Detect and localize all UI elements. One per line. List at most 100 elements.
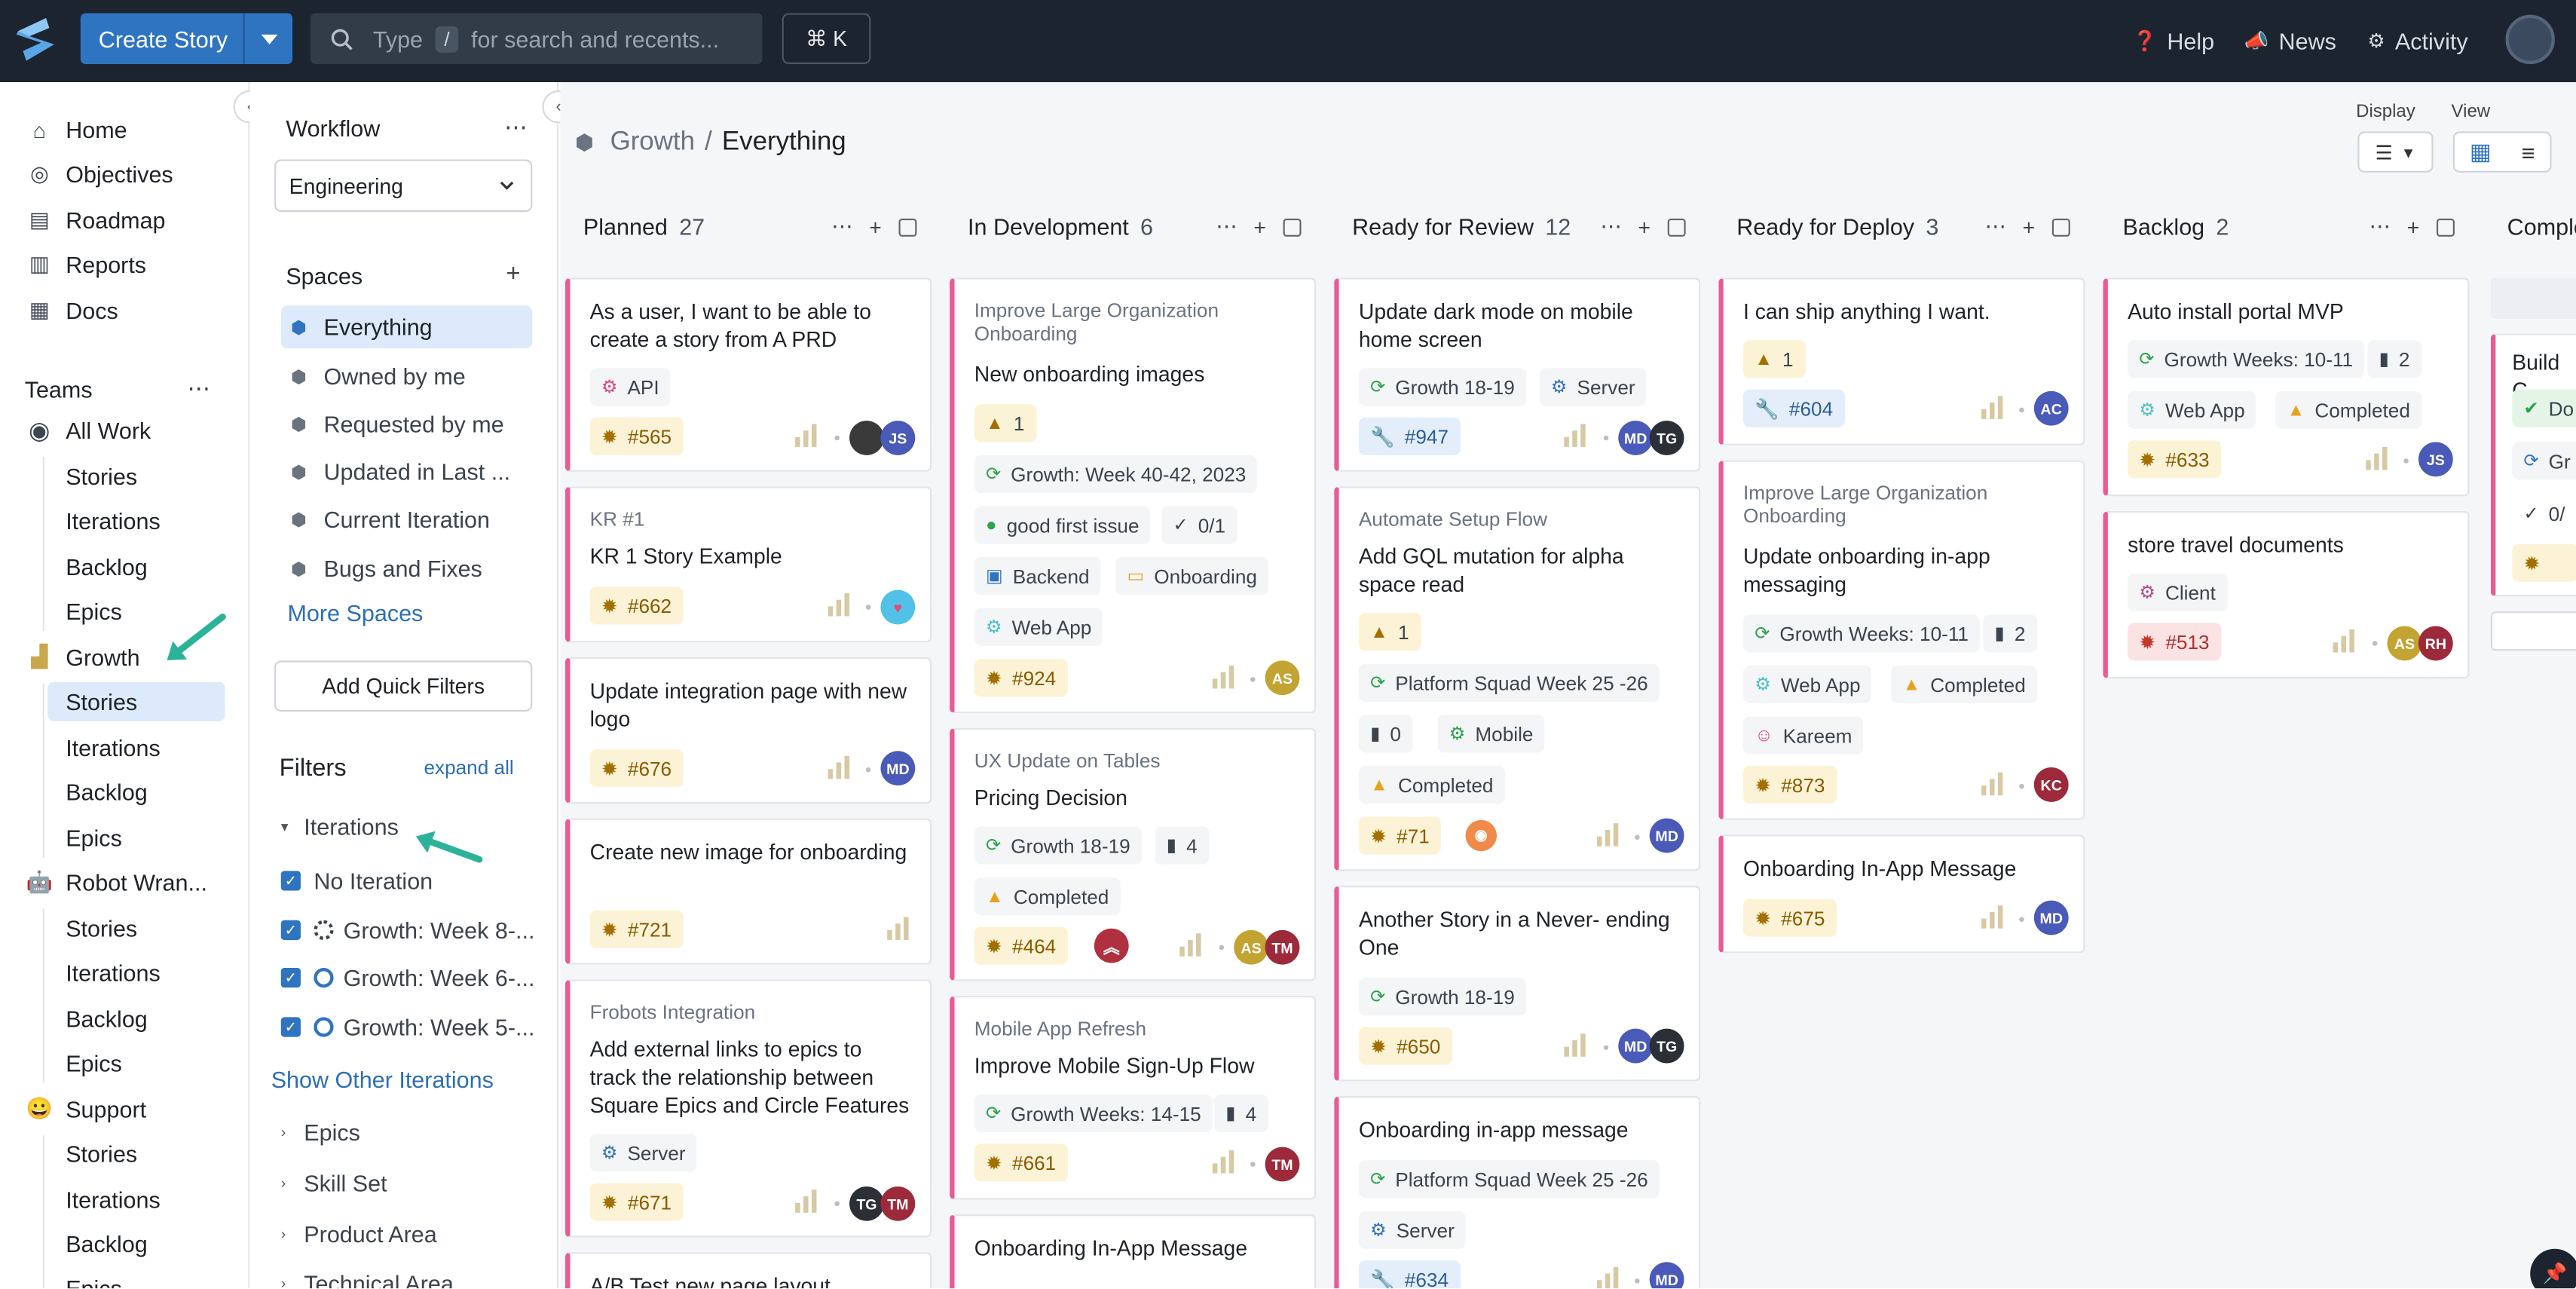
support-stories[interactable]: Stories [66, 1134, 137, 1173]
user-avatar[interactable] [2505, 14, 2555, 65]
story-card[interactable]: Improve Large Organization Onboarding Up… [1718, 460, 2085, 820]
tasks-tag[interactable]: ✓ 0/ [2512, 494, 2576, 532]
nav-objectives[interactable]: ◎ Objectives [26, 158, 173, 191]
state-tag[interactable]: ✔ Do [2512, 389, 2576, 427]
owner-avatar[interactable]: MD [1649, 1262, 1684, 1289]
owner-avatar[interactable]: MD [2033, 900, 2069, 935]
story-card[interactable]: Create new image for onboarding ✹ #721 [564, 818, 932, 965]
priority-tag[interactable]: ▲ 1 [1742, 340, 1805, 378]
filter-iterations[interactable]: ▾ Iterations [281, 813, 399, 840]
story-id[interactable]: ✹ #924 [974, 659, 1068, 697]
owner-tag[interactable]: ☺ Kareem [1742, 716, 1864, 755]
breadcrumb-parent[interactable]: Growth [610, 128, 695, 158]
story-title[interactable]: Add GQL mutation for alpha space read [1359, 542, 1682, 598]
growth-backlog[interactable]: Backlog [66, 773, 148, 812]
story-card[interactable]: Onboarding In-App Message ✹ #675 MD [1718, 834, 2085, 954]
owner-avatar[interactable]: MD [1649, 818, 1684, 853]
skill-tag[interactable]: ⚙ Server [1358, 1211, 1467, 1249]
select-all-checkbox[interactable] [1282, 217, 1301, 236]
add-icon[interactable]: + [869, 214, 882, 239]
nav-all-work[interactable]: ◉ All Work [26, 414, 151, 447]
all-work-iterations[interactable]: Iterations [66, 501, 161, 540]
iteration-tag[interactable]: ⟳ Growth 18-19 [1358, 978, 1527, 1016]
more-icon[interactable]: ⋯ [1984, 213, 2005, 240]
story-title[interactable]: Update onboarding in-app messaging [1743, 542, 2067, 598]
tasks-tag[interactable]: ✓ 0/1 [1161, 506, 1238, 544]
add-icon[interactable]: + [1638, 214, 1651, 239]
iteration-tag[interactable]: ⟳ Gr [2512, 442, 2576, 480]
filter-no-iteration[interactable]: ✓ No Iteration [280, 866, 433, 896]
state-tag[interactable]: ▲ Completed [974, 877, 1121, 916]
robot-epics[interactable]: Epics [66, 1043, 122, 1082]
product-area-tag[interactable]: ▭ Onboarding [1115, 557, 1269, 596]
owner-avatar[interactable]: AC [2033, 390, 2069, 426]
story-title[interactable]: Another Story in a Never- ending One [1359, 905, 1682, 961]
story-id[interactable]: 🔧 #634 [1358, 1260, 1461, 1289]
skill-tag[interactable]: ⚙ Web App [2128, 390, 2256, 429]
story-id[interactable]: ✹ #71 [1358, 816, 1442, 855]
story-id[interactable]: ✹ #873 [1742, 765, 1837, 804]
select-all-checkbox[interactable] [1666, 217, 1685, 236]
story-id[interactable]: 🔧 #947 [1358, 417, 1461, 455]
skill-tag[interactable]: ⚙ API [589, 368, 671, 406]
nav-roadmap[interactable]: ▤ Roadmap [26, 204, 166, 237]
add-space-icon[interactable]: + [506, 259, 520, 287]
story-id[interactable]: ✹ #675 [1742, 899, 1837, 937]
story-card[interactable]: I can ship anything I want. ▲ 1 🔧 #604 AC [1718, 277, 2085, 445]
show-other-iterations-link[interactable]: Show Other Iterations [271, 1067, 494, 1093]
add-icon[interactable]: + [1253, 214, 1266, 239]
epic-label[interactable]: UX Update on Tables [974, 749, 1161, 773]
estimate-tag[interactable]: ▮ 2 [1983, 614, 2037, 653]
story-card[interactable]: Another Story in a Never- ending One ⟳ Gr… [1334, 886, 1701, 1082]
iteration-tag[interactable]: ⟳ Platform Squad Week 25 -26 [1358, 663, 1660, 702]
state-tag[interactable]: ▲ Completed [2275, 390, 2422, 429]
story-title[interactable]: Pricing Decision [974, 784, 1298, 812]
story-card[interactable]: Automate Setup Flow Add GQL mutation for… [1334, 486, 1701, 871]
iteration-tag[interactable]: ⟳ Platform Squad Week 25 -26 [1358, 1160, 1660, 1199]
story-title[interactable]: I can ship anything I want. [1743, 298, 2067, 326]
growth-epics[interactable]: Epics [66, 819, 122, 858]
story-card[interactable]: Mobile App Refresh Improve Mobile Sign-U… [950, 996, 1317, 1200]
epic-label[interactable]: Mobile App Refresh [974, 1017, 1146, 1040]
all-work-stories[interactable]: Stories [66, 457, 137, 496]
skill-tag[interactable]: ⚙ Mobile [1437, 715, 1545, 753]
story-title[interactable]: Update integration page with new logo [590, 677, 913, 733]
story-title[interactable]: Onboarding in-app message [1359, 1116, 1682, 1144]
story-card[interactable]: As a user, I want to be able to create a… [564, 277, 932, 472]
story-card[interactable]: store travel documents ⚙ Client ✹ #513 AS … [2103, 510, 2470, 679]
story-card[interactable]: Onboarding In-App Message [950, 1214, 1317, 1289]
epic-label[interactable]: KR #1 [590, 508, 645, 531]
story-title[interactable]: As a user, I want to be able to create a… [590, 298, 913, 354]
story-title[interactable]: Create new image for onboarding [590, 838, 913, 866]
owner-avatar[interactable]: KC [2033, 767, 2069, 802]
owner-avatar[interactable]: TM [880, 1186, 916, 1221]
teams-more-icon[interactable]: ⋯ [188, 375, 211, 403]
news-link[interactable]: 📣 News [2244, 0, 2336, 82]
story-title[interactable]: New onboarding images [974, 360, 1298, 387]
filter-skill-set[interactable]: › Skill Set [281, 1170, 387, 1196]
space-everything[interactable]: ⬢ Everything [280, 305, 533, 349]
owner-avatar[interactable]: TG [849, 1186, 884, 1221]
robot-stories[interactable]: Stories [66, 909, 137, 948]
command-palette-button[interactable]: ⌘ K [782, 13, 871, 65]
help-link[interactable]: ❓ Help [2133, 0, 2214, 82]
more-icon[interactable]: ⋯ [1216, 213, 1237, 240]
support-epics[interactable]: Epics [66, 1269, 122, 1288]
owner-avatar[interactable]: MD [1618, 421, 1654, 455]
team-tag[interactable]: ▣ Backend [974, 557, 1101, 596]
story-id[interactable]: ✹ #676 [589, 749, 684, 788]
owner-avatar[interactable]: AS [1234, 929, 1268, 965]
story-id[interactable]: ✹ #565 [589, 417, 684, 455]
story-card[interactable]: Update dark mode on mobile home screen ⟳… [1334, 277, 1701, 472]
nav-growth-team[interactable]: ▟ Growth [26, 641, 139, 674]
story-card[interactable]: Build C ✔Do ⟳Gr ✓0/ ✹ [2490, 333, 2576, 597]
display-options-button[interactable]: ☰ ▼ [2357, 131, 2434, 173]
story-card[interactable]: UX Update on Tables Pricing Decision ⟳ Gr… [950, 727, 1317, 981]
iteration-tag[interactable]: ⟳ Growth 18-19 [974, 826, 1142, 865]
filter-growth-week-8[interactable]: ✓ Growth: Week 8-... [280, 915, 534, 945]
more-icon[interactable]: ⋯ [1600, 213, 1621, 240]
space-updated-recently[interactable]: ⬢ Updated in Last ... [281, 450, 533, 493]
nav-home[interactable]: ⌂ Home [26, 113, 127, 146]
epic-label[interactable]: Improve Large Organization Onboarding [1743, 482, 2067, 528]
owner-avatar[interactable]: TG [1649, 1028, 1684, 1064]
